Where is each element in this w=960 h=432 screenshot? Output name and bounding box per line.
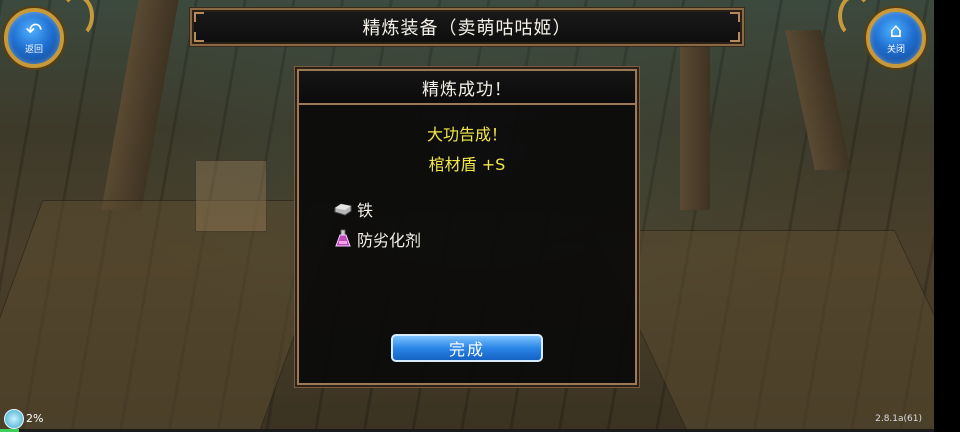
material-label: 防劣化剂 (357, 231, 422, 250)
wooden-beam (680, 40, 710, 210)
result-message: 大功告成！ (426, 125, 507, 144)
loading-icon (4, 409, 24, 429)
page-title: 精炼装备（卖萌咕咕姬） (362, 18, 572, 39)
wooden-beam (101, 0, 179, 210)
corner-ornament (730, 12, 740, 22)
screen-edge (934, 0, 960, 432)
title-bar: 精炼装备（卖萌咕咕姬） (190, 8, 744, 46)
done-button[interactable]: 完成 (391, 334, 543, 362)
corner-ornament (194, 32, 204, 42)
home-icon: ⌂ (889, 17, 903, 42)
floor-plank (0, 200, 345, 432)
version-label: 2.8.1a(61) (875, 414, 922, 424)
status-bar: 2% 2.8.1a(61) (0, 409, 960, 432)
floor-plank (592, 230, 960, 432)
close-label: 关闭 (886, 44, 905, 55)
refine-result-dialog: 精炼成功！ 大功告成！ 棺材盾 +S 铁 防劣化剂 完成 (297, 69, 637, 385)
material-row: 铁 (333, 197, 373, 221)
corner-ornament (730, 32, 740, 42)
material-label: 铁 (357, 201, 374, 220)
dialog-header: 精炼成功！ (299, 71, 635, 105)
wall-board (195, 160, 267, 232)
corner-ornament (194, 12, 204, 22)
wooden-beam (785, 30, 851, 170)
result-item-name: 棺材盾 +S (428, 155, 506, 174)
close-button[interactable]: ⌂ 关闭 (866, 8, 926, 68)
back-arrow-icon: ↶ (25, 17, 43, 42)
progress-text: 2% (26, 412, 44, 425)
back-button[interactable]: ↶ 返回 (4, 8, 64, 68)
dialog-title: 精炼成功！ (422, 79, 512, 100)
potion-icon (333, 229, 353, 249)
back-label: 返回 (24, 44, 43, 55)
material-row: 防劣化剂 (333, 227, 421, 251)
iron-ingot-icon (333, 199, 353, 219)
